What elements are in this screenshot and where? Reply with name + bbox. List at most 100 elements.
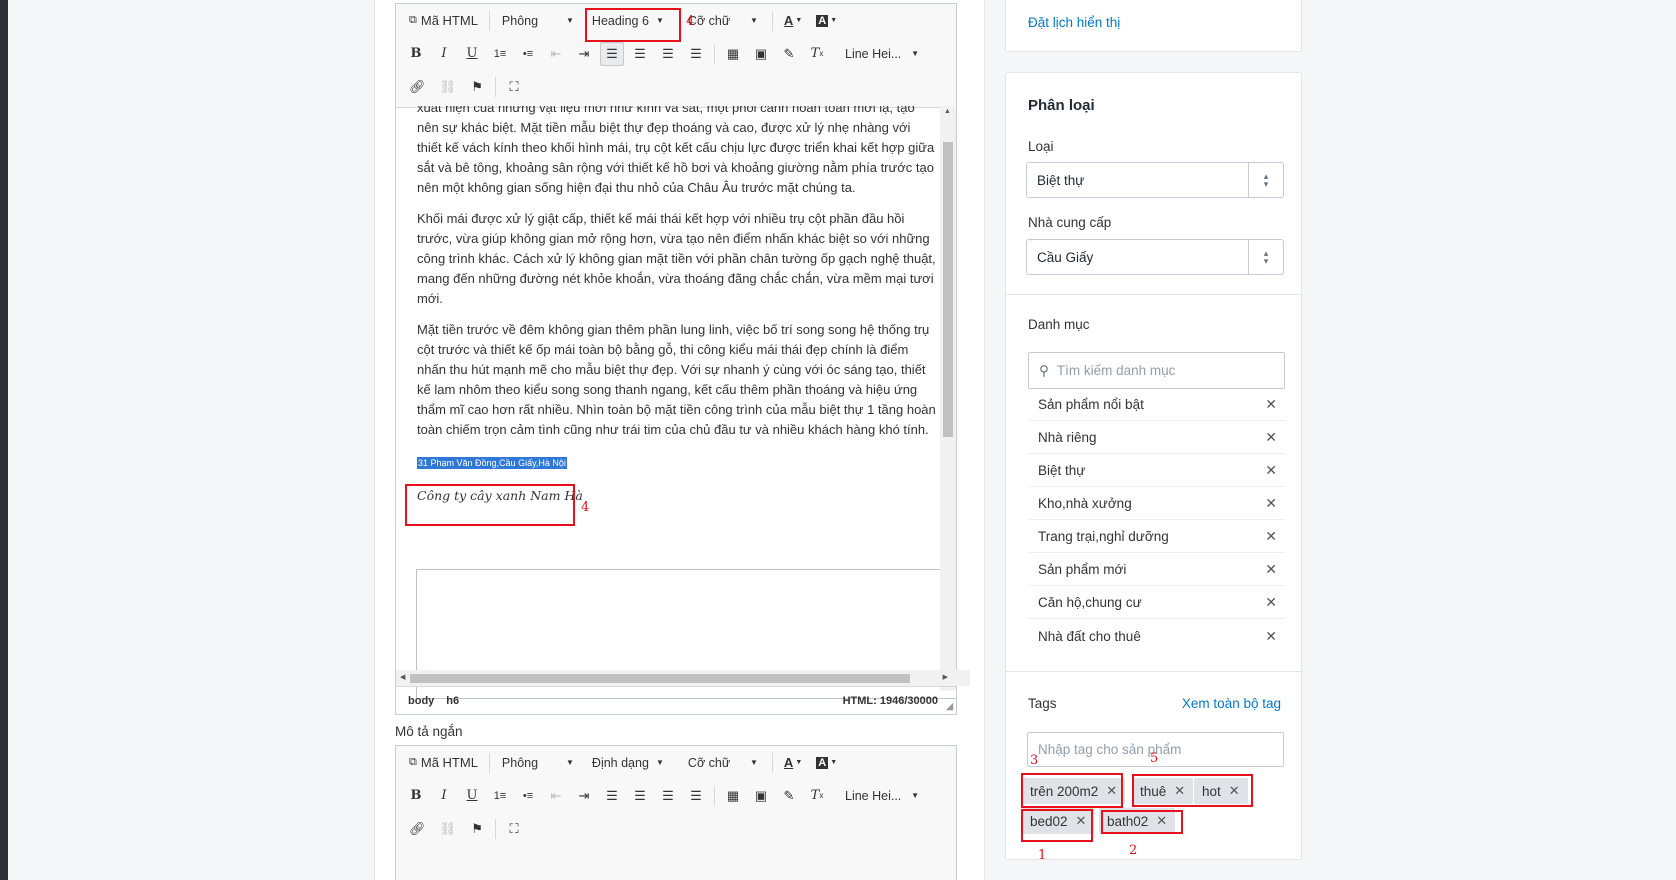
category-item: Căn hộ,chung cư ✕ (1028, 587, 1285, 619)
justify-button[interactable]: ☰ (684, 784, 708, 808)
line-height-select[interactable]: Line Hei... ▼ (839, 42, 925, 66)
text-color-button[interactable]: A ▼ (779, 9, 807, 33)
chevron-down-icon: ▼ (911, 791, 919, 800)
format-painter-button[interactable]: ✎ (777, 42, 801, 66)
outdent-button[interactable]: ⇤ (544, 784, 568, 808)
toolbar-separator (488, 752, 490, 773)
brush-icon: ✎ (783, 45, 795, 61)
bold-button[interactable]: B (404, 784, 428, 808)
link-button[interactable]: 🔗︎ (404, 817, 431, 841)
view-all-tags-link[interactable]: Xem toàn bộ tag (1182, 696, 1281, 711)
brush-icon: ✎ (783, 787, 795, 803)
ordered-list-button[interactable]: 1≡ (488, 784, 512, 808)
scroll-thumb[interactable] (410, 674, 910, 683)
justify-button[interactable]: ☰ (684, 42, 708, 66)
bullet-list-icon: •≡ (522, 47, 534, 60)
link-button[interactable]: 🔗︎ (404, 75, 431, 99)
category-item: Biệt thự ✕ (1028, 455, 1285, 487)
flag-icon: ⚑ (471, 820, 483, 836)
flag-icon: ⚑ (471, 78, 483, 94)
code-icon: ⧉ (409, 756, 417, 768)
line-height-select[interactable]: Line Hei... ▼ (839, 784, 925, 808)
align-right-button[interactable]: ☰ (656, 42, 680, 66)
close-icon[interactable]: ✕ (1265, 462, 1277, 479)
scroll-up-icon: ▲ (944, 108, 951, 115)
align-center-button[interactable]: ☰ (628, 784, 652, 808)
close-icon[interactable]: ✕ (1265, 528, 1277, 545)
html-source-button[interactable]: ⧉ Mã HTML (404, 9, 483, 33)
type-label: Loại (1028, 139, 1054, 154)
align-left-button[interactable]: ☰ (600, 41, 624, 66)
ordered-list-button[interactable]: 1≡ (488, 42, 512, 66)
text-color-button[interactable]: A ▼ (779, 751, 807, 775)
unlink-icon: ⛓︎ (439, 820, 457, 836)
outdent-button[interactable]: ⇤ (544, 42, 568, 66)
align-left-button[interactable]: ☰ (600, 784, 624, 808)
category-item: Nhà đất cho thuê ✕ (1038, 627, 1277, 645)
category-search-input[interactable]: ⚲ Tìm kiếm danh mục (1028, 352, 1285, 389)
horizontal-scrollbar[interactable]: ◀ ▶ (396, 670, 970, 686)
toolbar-separator (488, 10, 490, 31)
font-size-select[interactable]: Cỡ chữ ▼ (682, 751, 764, 775)
close-icon[interactable]: ✕ (1265, 561, 1277, 578)
status-path-body[interactable]: body (408, 695, 434, 707)
chevron-down-icon: ▼ (566, 16, 574, 25)
anchor-button[interactable]: ⚑ (465, 817, 489, 841)
status-path-h6[interactable]: h6 (446, 695, 459, 707)
vertical-scrollbar[interactable]: ▲ ▼ (940, 106, 956, 691)
align-center-button[interactable]: ☰ (628, 42, 652, 66)
format-select[interactable]: Định dạng ▼ (586, 751, 670, 775)
clear-format-button[interactable]: Tx (805, 42, 829, 66)
bold-button[interactable]: B (404, 42, 428, 66)
fullscreen-button[interactable]: ⛶ (502, 75, 526, 99)
schedule-link[interactable]: Đặt lịch hiển thị (1028, 15, 1120, 30)
italic-button[interactable]: I (432, 42, 456, 66)
close-icon[interactable]: ✕ (1265, 628, 1277, 645)
bullet-list-button[interactable]: •≡ (516, 784, 540, 808)
scroll-thumb[interactable] (943, 142, 953, 437)
short-description-label: Mô tả ngắn (395, 724, 463, 739)
justify-icon: ☰ (690, 787, 702, 803)
html-source-button[interactable]: ⧉ Mã HTML (404, 751, 483, 775)
font-select[interactable]: Phông ▼ (496, 9, 580, 33)
left-background (8, 0, 374, 880)
image-button[interactable]: ▣ (749, 42, 773, 66)
toolbar-separator (495, 76, 497, 97)
annotation-number: 2 (1129, 843, 1138, 858)
clear-format-icon: T (810, 788, 820, 803)
close-icon[interactable]: ✕ (1265, 396, 1277, 413)
vendor-select[interactable]: Cầu Giấy ▴ ▾ (1026, 239, 1284, 275)
outdent-icon: ⇤ (550, 45, 562, 61)
close-icon[interactable]: ✕ (1265, 429, 1277, 446)
clear-format-button[interactable]: Tx (805, 784, 829, 808)
font-select[interactable]: Phông ▼ (496, 751, 580, 775)
background-color-button[interactable]: A ▼ (811, 9, 842, 33)
bullet-list-icon: •≡ (522, 789, 534, 802)
link-icon: 🔗︎ (409, 820, 426, 836)
paragraph: Khối mái được xử lý giật cấp, thiết kế m… (417, 211, 936, 306)
indent-button[interactable]: ⇥ (572, 784, 596, 808)
underline-button[interactable]: U (460, 42, 484, 66)
indent-button[interactable]: ⇥ (572, 42, 596, 66)
fullscreen-button[interactable]: ⛶ (502, 817, 526, 841)
table-button[interactable]: ▦ (721, 784, 745, 808)
unlink-button[interactable]: ⛓︎ (435, 817, 462, 841)
format-painter-button[interactable]: ✎ (777, 784, 801, 808)
resize-handle-icon[interactable]: ◢ (946, 701, 953, 712)
anchor-button[interactable]: ⚑ (465, 75, 489, 99)
bullet-list-button[interactable]: •≡ (516, 42, 540, 66)
table-icon: ▦ (726, 787, 740, 803)
close-icon[interactable]: ✕ (1265, 594, 1277, 611)
italic-button[interactable]: I (432, 784, 456, 808)
scroll-left-icon: ◀ (400, 674, 406, 681)
unlink-icon: ⛓︎ (439, 78, 457, 94)
align-right-button[interactable]: ☰ (656, 784, 680, 808)
unlink-button[interactable]: ⛓︎ (435, 75, 462, 99)
background-color-button[interactable]: A ▼ (811, 751, 842, 775)
close-icon[interactable]: ✕ (1265, 495, 1277, 512)
table-button[interactable]: ▦ (721, 42, 745, 66)
type-select[interactable]: Biệt thự ▴ ▾ (1026, 162, 1284, 198)
image-button[interactable]: ▣ (749, 784, 773, 808)
category-item: Sản phẩm mới ✕ (1028, 554, 1285, 586)
underline-button[interactable]: U (460, 784, 484, 808)
